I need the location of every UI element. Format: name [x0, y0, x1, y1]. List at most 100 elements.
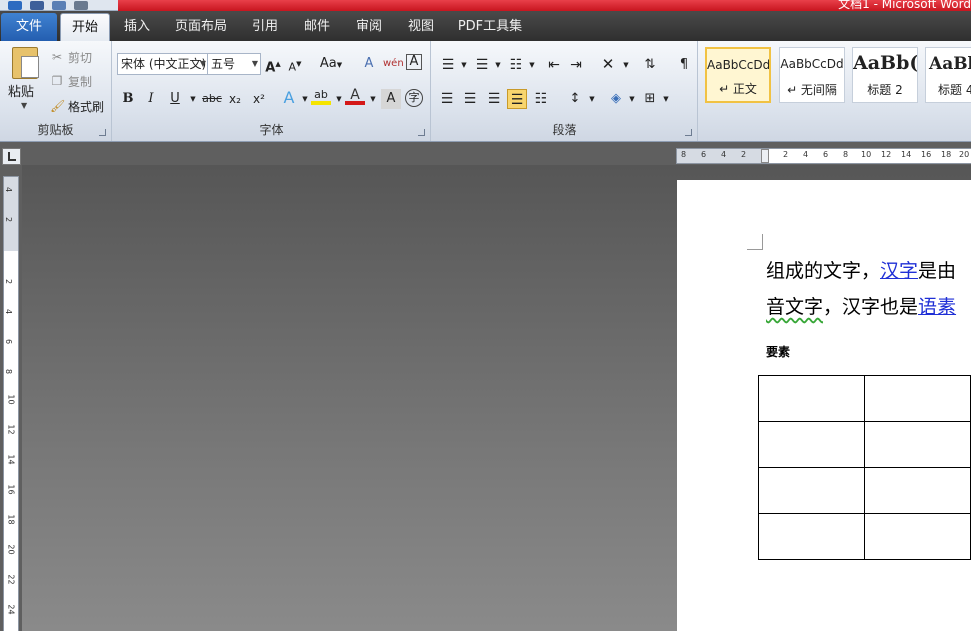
font-color-dropdown-icon[interactable]: ▼ — [363, 89, 383, 109]
asian-layout-dropdown-icon[interactable]: ▼ — [616, 55, 636, 75]
justify-icon[interactable]: ☰ — [507, 89, 527, 109]
grow-font-button[interactable]: A▲ — [263, 54, 283, 76]
tab-review[interactable]: 审阅 — [346, 13, 392, 41]
distributed-icon[interactable]: ☷ — [531, 89, 551, 109]
doc-line-1[interactable]: 组成的文字，汉字是由 — [766, 256, 956, 283]
ruler-number: 4 — [721, 150, 727, 159]
numbering-dropdown-icon[interactable]: ▼ — [488, 55, 508, 75]
style-no-spacing[interactable]: AaBbCcDd ↵ 无间隔 — [779, 47, 845, 103]
ruler-number: 10 — [861, 150, 872, 159]
paragraph-group-label: 段落 — [552, 123, 577, 137]
change-case-button[interactable]: Aa▼ — [317, 54, 345, 74]
undo-icon[interactable] — [52, 1, 66, 10]
format-painter-label: 格式刷 — [68, 99, 105, 114]
enclose-char-button[interactable]: 字 — [405, 89, 423, 107]
bold-button[interactable]: B — [118, 89, 138, 109]
font-launcher-icon[interactable] — [418, 129, 425, 136]
align-center-icon[interactable]: ☰ — [460, 89, 480, 109]
table-cell[interactable] — [864, 467, 971, 514]
strikethrough-button[interactable]: abc — [199, 89, 225, 109]
subscript-button[interactable]: x₂ — [225, 89, 245, 109]
table-cell[interactable] — [864, 421, 971, 468]
char-shading-button[interactable]: A — [381, 89, 401, 109]
superscript-button[interactable]: x² — [249, 89, 269, 109]
tab-view[interactable]: 视图 — [398, 13, 444, 41]
doc-link[interactable]: 汉字 — [880, 260, 918, 282]
ruler-number: 6 — [4, 338, 14, 345]
chevron-down-icon: ▼ — [251, 59, 258, 68]
tab-home[interactable]: 开始 — [60, 13, 110, 41]
tab-file[interactable]: 文件 — [1, 13, 57, 41]
tab-selector-icon[interactable] — [2, 148, 21, 165]
table-cell[interactable] — [758, 421, 865, 468]
paste-button[interactable]: 粘贴 — [8, 81, 34, 100]
shading-dropdown-icon[interactable]: ▼ — [622, 89, 642, 109]
multilevel-dropdown-icon[interactable]: ▼ — [522, 55, 542, 75]
style-sample: AaBbCcDd — [780, 57, 844, 71]
increase-indent-icon[interactable]: ⇥ — [566, 55, 586, 75]
underline-button[interactable]: U — [165, 89, 185, 109]
doc-text: ，汉字也是 — [823, 296, 919, 318]
shrink-font-button[interactable]: A▼ — [285, 54, 305, 74]
style-heading-2[interactable]: AaBb( 标题 2 — [852, 47, 918, 103]
ruler-number: 6 — [701, 150, 707, 159]
sort-icon[interactable]: ⇅ — [640, 55, 660, 75]
horizontal-ruler[interactable]: 8 6 4 2 2 4 6 8 10 12 14 16 18 20 — [676, 148, 971, 164]
ruler-number: 2 — [741, 150, 747, 159]
ruler-number: 18 — [941, 150, 952, 159]
table-cell[interactable] — [864, 513, 971, 560]
ribbon-tab-bar: 文件 开始 插入 页面布局 引用 邮件 审阅 视图 PDF工具集 — [0, 11, 971, 41]
copy-button[interactable]: ❐ 复制 — [50, 71, 92, 91]
align-right-icon[interactable]: ☰ — [484, 89, 504, 109]
table-cell[interactable] — [758, 467, 865, 514]
doc-line-2[interactable]: 音文字，汉字也是语素 — [766, 292, 956, 319]
bullets-dropdown-icon[interactable]: ▼ — [454, 55, 474, 75]
clipboard-launcher-icon[interactable] — [99, 129, 106, 136]
tab-insert[interactable]: 插入 — [114, 13, 160, 41]
tab-page-layout[interactable]: 页面布局 — [168, 13, 234, 41]
borders-dropdown-icon[interactable]: ▼ — [656, 89, 676, 109]
vertical-ruler[interactable]: 4 2 2 4 6 8 10 12 14 16 18 20 22 24 — [3, 176, 19, 631]
document-page[interactable]: 组成的文字，汉字是由 音文字，汉字也是语素 要素 — [677, 180, 971, 631]
table-cell[interactable] — [758, 513, 865, 560]
ribbon: 粘贴 ▼ ✂ 剪切 ❐ 复制 🖌 格式刷 剪贴板 宋体 (中文正文) ▼ 五号 … — [0, 41, 971, 142]
show-formatting-icon[interactable]: ¶ — [674, 55, 694, 75]
clear-format-button[interactable]: A — [359, 54, 379, 74]
indent-marker-icon[interactable] — [761, 149, 769, 163]
style-heading-4[interactable]: AaBb 标题 4 — [925, 47, 971, 103]
italic-button[interactable]: I — [141, 89, 161, 109]
redo-icon[interactable] — [74, 1, 88, 10]
table-cell[interactable] — [758, 375, 865, 422]
char-border-button[interactable]: A — [406, 54, 422, 70]
font-size-select[interactable]: 五号 ▼ — [207, 53, 261, 75]
tab-references[interactable]: 引用 — [242, 13, 288, 41]
phonetic-guide-button[interactable]: wén — [383, 54, 404, 74]
ruler-number: 2 — [4, 216, 14, 223]
doc-link[interactable]: 语素 — [918, 296, 956, 318]
ruler-number: 2 — [783, 150, 789, 159]
style-normal[interactable]: AaBbCcDd ↵ 正文 — [705, 47, 771, 103]
font-color-button[interactable]: A — [345, 87, 365, 105]
align-left-icon[interactable]: ☰ — [437, 89, 457, 109]
tab-mailings[interactable]: 邮件 — [294, 13, 340, 41]
tab-pdf-tools[interactable]: PDF工具集 — [452, 13, 528, 41]
highlight-button[interactable]: ab — [311, 87, 331, 105]
style-sample: AaBb( — [853, 52, 918, 74]
paste-icon[interactable] — [12, 47, 39, 79]
asian-layout-icon[interactable]: ✕ — [598, 54, 618, 74]
paragraph-launcher-icon[interactable] — [685, 129, 692, 136]
line-spacing-dropdown-icon[interactable]: ▼ — [582, 89, 602, 109]
cut-button[interactable]: ✂ 剪切 — [50, 47, 92, 67]
table-cell[interactable] — [864, 375, 971, 422]
grow-font-icon: A — [265, 60, 276, 76]
save-icon[interactable] — [30, 1, 44, 10]
document-table[interactable] — [758, 375, 971, 560]
decrease-indent-icon[interactable]: ⇤ — [544, 55, 564, 75]
ruler-number: 8 — [681, 150, 687, 159]
paste-dropdown-icon[interactable]: ▼ — [21, 101, 27, 110]
font-name-select[interactable]: 宋体 (中文正文) ▼ — [117, 53, 209, 75]
paragraph-group: ☰ ▼ ☰ ▼ ☷ ▼ ⇤ ⇥ ✕ ▼ ⇅ ¶ ☰ ☰ ☰ ☰ ☷ ↕ ▼ ◈ … — [432, 41, 698, 141]
format-painter-button[interactable]: 🖌 格式刷 — [50, 96, 104, 116]
word-app-icon[interactable] — [8, 1, 22, 10]
style-name: ↵ 正文 — [719, 82, 757, 96]
